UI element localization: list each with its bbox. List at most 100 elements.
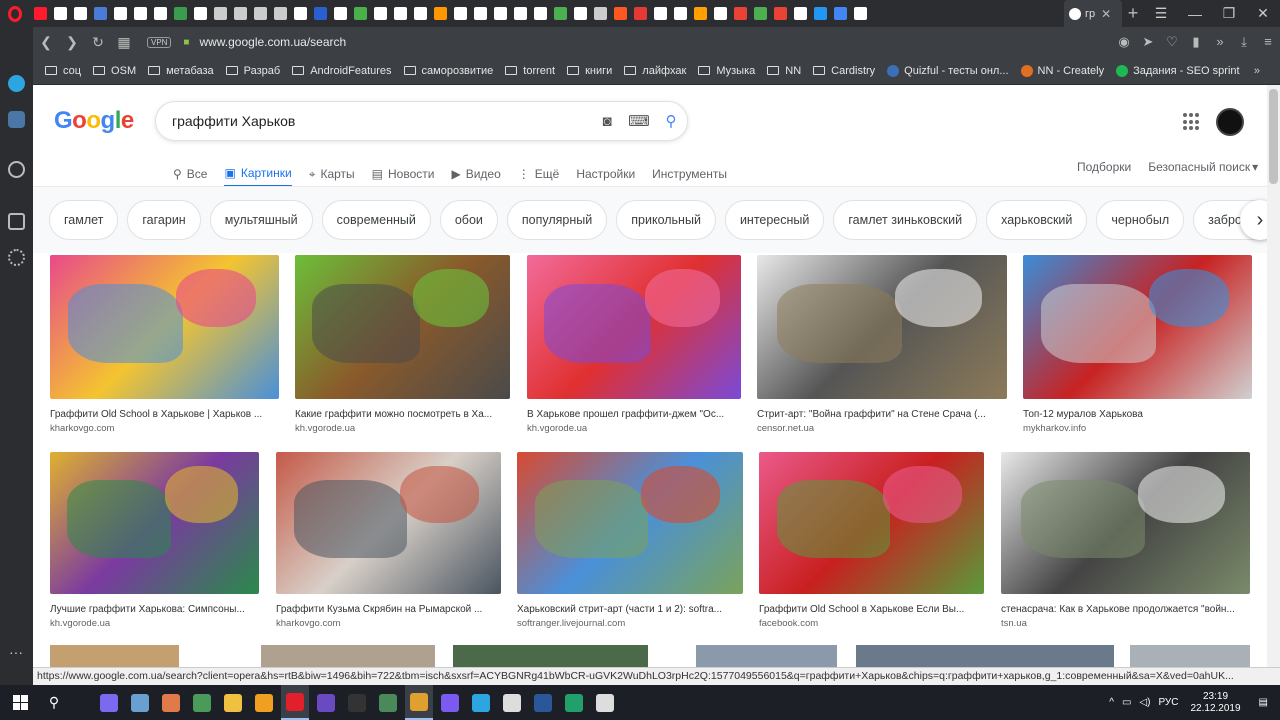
heart-icon[interactable]: ♡ [1160,34,1184,50]
tab-23[interactable] [490,4,510,24]
tab-16[interactable] [350,4,370,24]
tab-7[interactable]: Инструменты [652,160,727,188]
taskbar-app-6[interactable] [281,685,309,720]
tab-8[interactable] [190,4,210,24]
bookmark-item[interactable]: Cardistry [813,65,875,77]
tab-menu-icon[interactable]: ☰ [1144,5,1178,22]
result-caption[interactable]: Граффити Old School в Харькове | Харьков… [50,409,279,420]
image-result[interactable]: Граффити Old School в Харькове Если Вы..… [759,452,984,629]
result-source[interactable]: kharkovgo.com [50,423,279,434]
clock[interactable]: 23:19 22.12.2019 [1190,691,1240,715]
tab-5[interactable]: ⋮ Ещё [518,160,560,188]
camera-icon[interactable]: ◉ [1112,34,1136,50]
taskbar-app-7[interactable] [312,685,340,720]
tab-33[interactable] [690,4,710,24]
keyboard-icon[interactable]: ⌨ [623,112,655,130]
tab-40[interactable] [830,4,850,24]
chip-7[interactable]: интересный [724,200,825,240]
bookmark-item[interactable]: AndroidFeatures [292,65,392,77]
google-logo[interactable]: Google [54,107,134,135]
reload-icon[interactable]: ↻ [85,34,111,51]
result-thumbnail[interactable] [759,452,984,594]
result-source[interactable]: kh.vgorode.ua [50,618,259,629]
avatar[interactable] [1216,108,1244,136]
menu-icon[interactable]: ≡ [1256,34,1280,50]
taskbar-app-10[interactable] [405,685,433,720]
tab-32[interactable] [670,4,690,24]
chip-9[interactable]: харьковский [986,200,1088,240]
result-caption[interactable]: Лучшие граффити Харькова: Симпсоны... [50,604,259,615]
tab-9[interactable] [210,4,230,24]
tab-18[interactable] [390,4,410,24]
tab-4[interactable] [110,4,130,24]
tab-27[interactable] [570,4,590,24]
tab-11[interactable] [250,4,270,24]
tray-chevron-icon[interactable]: ^ [1109,697,1114,708]
cube-icon[interactable] [8,213,25,230]
tab-26[interactable] [550,4,570,24]
tab-37[interactable] [770,4,790,24]
image-result[interactable]: Харьковский стрит-арт (части 1 и 2): sof… [517,452,743,629]
chevron-down-icon[interactable]: ▾ [1252,160,1258,174]
network-icon[interactable]: ▭ [1122,697,1131,708]
result-caption[interactable]: Топ-12 муралов Харькова [1023,409,1252,420]
result-caption[interactable]: В Харькове прошел граффити-джем "Ос... [527,409,741,420]
volume-icon[interactable]: ◁) [1139,697,1150,708]
tab-1[interactable] [50,4,70,24]
taskbar-app-2[interactable] [157,685,185,720]
tab-25[interactable] [530,4,550,24]
language-indicator[interactable]: РУС [1158,697,1178,708]
chip-6[interactable]: прикольный [616,200,716,240]
taskbar-app-8[interactable] [343,685,371,720]
tab-6[interactable]: Настройки [576,160,635,188]
tab-2[interactable] [70,4,90,24]
start-button[interactable] [0,685,40,720]
lock-icon[interactable]: ■ [179,37,193,48]
taskbar-app-5[interactable] [250,685,278,720]
image-result-partial[interactable] [50,645,179,667]
chip-1[interactable]: гагарин [127,200,201,240]
tab-28[interactable] [590,4,610,24]
url-field[interactable]: www.google.com.ua/search [199,35,1112,49]
tab-29[interactable] [610,4,630,24]
result-caption[interactable]: Граффити Old School в Харькове Если Вы..… [759,604,984,615]
tab-34[interactable] [710,4,730,24]
taskbar-app-11[interactable] [436,685,464,720]
taskbar-app-15[interactable] [560,685,588,720]
tab-31[interactable] [650,4,670,24]
collections-link[interactable]: Подборки [1077,160,1131,174]
vpn-badge[interactable]: VPN [147,36,172,48]
tab-35[interactable] [730,4,750,24]
active-tab[interactable]: гр ✕ [1064,0,1122,27]
tab-39[interactable] [810,4,830,24]
result-caption[interactable]: Какие граффити можно посмотреть в Ха... [295,409,510,420]
result-caption[interactable]: стенасрача: Как в Харькове продолжается … [1001,604,1250,615]
result-caption[interactable]: Харьковский стрит-арт (части 1 и 2): sof… [517,604,743,615]
bookmark-item[interactable]: NN [767,65,801,77]
tab-14[interactable] [310,4,330,24]
tab-3[interactable] [90,4,110,24]
result-thumbnail[interactable] [276,452,501,594]
double-chevron-icon[interactable]: » [1208,34,1232,50]
result-source[interactable]: censor.net.ua [757,423,1007,434]
taskbar-app-3[interactable] [188,685,216,720]
bookmark-item[interactable]: саморозвитие [403,65,493,77]
notifications-icon[interactable]: ▤ [1259,697,1268,708]
chip-4[interactable]: обои [439,200,498,240]
taskbar-app-9[interactable] [374,685,402,720]
tab-38[interactable] [790,4,810,24]
image-result-partial[interactable] [1130,645,1250,667]
bookmark-item[interactable]: книги [567,65,612,77]
taskbar-app-12[interactable] [467,685,495,720]
taskbar-app-4[interactable] [219,685,247,720]
result-caption[interactable]: Стрит-арт: "Война граффити" на Стене Сра… [757,409,1007,420]
result-caption[interactable]: Граффити Кузьма Скрябин на Рымарской ... [276,604,501,615]
chip-0[interactable]: гамлет [49,200,119,240]
result-thumbnail[interactable] [50,255,279,399]
bookmarks-more-icon[interactable]: » [1254,65,1260,77]
bookmark-item[interactable]: Разраб [225,65,280,77]
tab-3[interactable]: ▤ Новости [372,160,435,188]
scrollbar[interactable] [1267,85,1280,667]
bookmark-item[interactable]: NN - Creately [1020,64,1104,77]
camera-search-icon[interactable]: ◙ [591,113,623,130]
